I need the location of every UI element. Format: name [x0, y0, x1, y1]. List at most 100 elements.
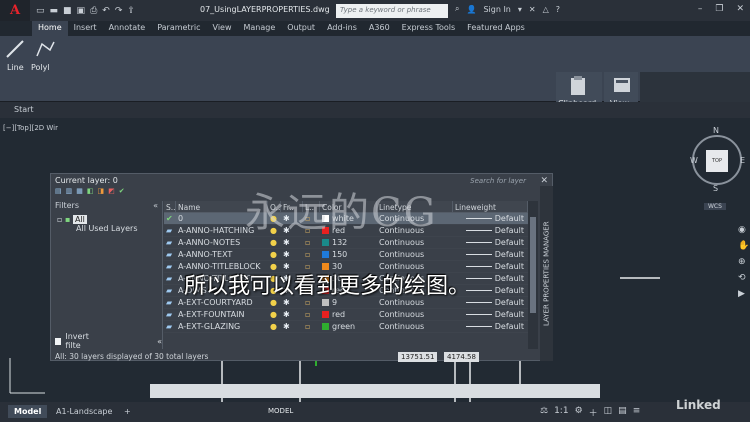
undo-icon[interactable]: ↶ — [102, 6, 110, 16]
tab-output[interactable]: Output — [281, 21, 321, 36]
layer-status-icon[interactable]: ▰ — [164, 310, 176, 319]
coordinate-y-input[interactable]: 4174.58 — [444, 352, 479, 362]
drawing-canvas[interactable]: [−][Top][2D Wir Current layer: 0 ▤ ▥ ▦ ◧… — [0, 118, 750, 402]
sun-icon[interactable]: ✱ — [281, 310, 303, 319]
invert-filter-checkbox[interactable] — [55, 337, 62, 345]
units-icon[interactable]: ◫ — [604, 406, 613, 419]
layer-states-icon[interactable]: ▦ — [76, 187, 83, 195]
collapse-icon[interactable]: « — [153, 201, 158, 210]
model-space-button[interactable]: MODEL — [268, 407, 293, 415]
layer-linetype[interactable]: Continuous — [377, 250, 453, 259]
viewport-controls[interactable]: [−][Top][2D Wir — [3, 124, 58, 132]
tab-insert[interactable]: Insert — [68, 21, 103, 36]
delete-layer-icon[interactable]: ◩ — [108, 187, 115, 195]
polyline-tool-label[interactable]: Polyl — [31, 63, 50, 72]
current-layer-check-icon[interactable]: ✔ — [164, 214, 176, 223]
collapse-bottom-icon[interactable]: « — [157, 337, 162, 346]
exchange-icon[interactable]: ✕ — [529, 5, 536, 14]
scrollbar-thumb[interactable] — [530, 217, 536, 313]
workspace-gear-icon[interactable]: ⚙ — [575, 406, 583, 419]
share-icon[interactable]: ⇪ — [127, 6, 135, 16]
layer-lineweight[interactable]: Default — [453, 226, 528, 235]
lightbulb-icon[interactable]: ● — [268, 250, 281, 259]
layer-row[interactable]: ▰ A-EXT-FOUNTAIN ● ✱ ▫ red Continuous Default — [164, 309, 528, 321]
layer-color[interactable]: 132 — [320, 238, 377, 247]
set-current-icon[interactable]: ✔ — [119, 187, 125, 195]
restore-icon[interactable]: ❐ — [715, 4, 723, 14]
tab-featured-apps[interactable]: Featured Apps — [461, 21, 531, 36]
tab-parametric[interactable]: Parametric — [151, 21, 206, 36]
line-tool-label[interactable]: Line — [7, 63, 24, 72]
layer-linetype[interactable]: Continuous — [377, 310, 453, 319]
open-icon[interactable]: ▬ — [50, 6, 59, 16]
full-navigation-wheel-icon[interactable]: ◉ — [738, 222, 750, 238]
layer-row[interactable]: ▰ A-ANNO-NOTES ● ✱ ▫ 132 Continuous Default — [164, 237, 528, 249]
layer-lineweight[interactable]: Default — [453, 310, 528, 319]
layer-status-icon[interactable]: ▰ — [164, 226, 176, 235]
redo-icon[interactable]: ↷ — [115, 6, 123, 16]
sun-icon[interactable]: ✱ — [281, 250, 303, 259]
tab-a1-landscape[interactable]: A1-Landscape — [50, 405, 118, 418]
filter-all[interactable]: ▫ ▪ All — [57, 215, 87, 224]
viewcube-top-face[interactable]: TOP — [706, 150, 728, 172]
tab-view[interactable]: View — [207, 21, 238, 36]
search-input[interactable]: Type a keyword or phrase — [336, 4, 448, 18]
layer-color[interactable]: 150 — [320, 250, 377, 259]
layer-status-icon[interactable]: ▰ — [164, 238, 176, 247]
layer-name[interactable]: A-EXT-FOUNTAIN — [176, 310, 268, 319]
palette-side-title[interactable]: LAYER PROPERTIES MANAGER — [540, 186, 553, 361]
new-vp-frozen-layer-icon[interactable]: ◨ — [98, 187, 105, 195]
tab-model[interactable]: Model — [8, 405, 48, 418]
new-property-filter-icon[interactable]: ▤ — [55, 187, 62, 195]
zoom-extents-icon[interactable]: ⊕ — [738, 254, 750, 270]
new-icon[interactable]: ▭ — [36, 6, 45, 16]
lock-icon[interactable]: ▫ — [303, 250, 320, 259]
print-icon[interactable]: ⎙ — [90, 6, 97, 16]
layer-lineweight[interactable]: Default — [453, 214, 528, 223]
search-layer-input[interactable]: Search for layer — [470, 177, 526, 185]
layer-status-icon[interactable]: ▰ — [164, 286, 176, 295]
tab-express-tools[interactable]: Express Tools — [396, 21, 462, 36]
user-icon[interactable]: 👤 — [466, 5, 476, 14]
tree-toggle-icon[interactable]: ▫ — [57, 215, 62, 224]
compass-south[interactable]: S — [713, 184, 718, 193]
tab-add-ins[interactable]: Add-ins — [321, 21, 363, 36]
minimize-icon[interactable]: – — [698, 4, 703, 14]
line-tool-icon[interactable] — [4, 38, 26, 60]
layer-name[interactable]: A-ANNO-NOTES — [176, 238, 268, 247]
invert-filter[interactable]: Invert filte « — [55, 332, 162, 350]
quick-properties-icon[interactable]: ▤ — [618, 406, 627, 419]
tab-start[interactable]: Start — [14, 105, 34, 114]
save-as-icon[interactable]: ▣ — [77, 6, 86, 16]
layer-color[interactable]: red — [320, 310, 377, 319]
compass-north[interactable]: N — [713, 126, 719, 135]
layer-status-icon[interactable]: ▰ — [164, 262, 176, 271]
tab-home[interactable]: Home — [32, 21, 68, 36]
palette-close-icon[interactable]: ✕ — [540, 176, 548, 186]
compass-east[interactable]: E — [740, 156, 745, 165]
layer-name[interactable]: A-ANNO-TEXT — [176, 250, 268, 259]
tab-a360[interactable]: A360 — [363, 21, 396, 36]
sun-icon[interactable]: ✱ — [281, 322, 303, 331]
application-menu-button[interactable]: A — [0, 0, 30, 21]
lock-icon[interactable]: ▫ — [303, 322, 320, 331]
annotation-scale-icon[interactable]: ⚖ — [540, 406, 548, 419]
save-icon[interactable]: ■ — [63, 6, 72, 16]
layer-color[interactable]: green — [320, 322, 377, 331]
lock-icon[interactable]: ▫ — [303, 310, 320, 319]
col-lineweight[interactable]: Lineweight — [453, 201, 528, 212]
tab-annotate[interactable]: Annotate — [103, 21, 152, 36]
layer-row[interactable]: ▰ A-EXT-GLAZING ● ✱ ▫ green Continuous Default — [164, 321, 528, 333]
lightbulb-icon[interactable]: ● — [268, 238, 281, 247]
chevron-down-icon[interactable]: ▾ — [518, 5, 522, 14]
layer-status-icon[interactable]: ▰ — [164, 274, 176, 283]
polyline-tool-icon[interactable] — [34, 38, 56, 60]
sign-in-link[interactable]: Sign In — [483, 5, 510, 14]
layer-name[interactable]: A-EXT-GLAZING — [176, 322, 268, 331]
layer-row[interactable]: ▰ A-ANNO-TEXT ● ✱ ▫ 150 Continuous Default — [164, 249, 528, 261]
layer-linetype[interactable]: Continuous — [377, 322, 453, 331]
wcs-menu[interactable]: WCS — [704, 203, 726, 210]
layer-lineweight[interactable]: Default — [453, 322, 528, 331]
add-layout-tab-button[interactable]: + — [118, 405, 137, 418]
customize-icon[interactable]: ≡ — [633, 406, 641, 419]
